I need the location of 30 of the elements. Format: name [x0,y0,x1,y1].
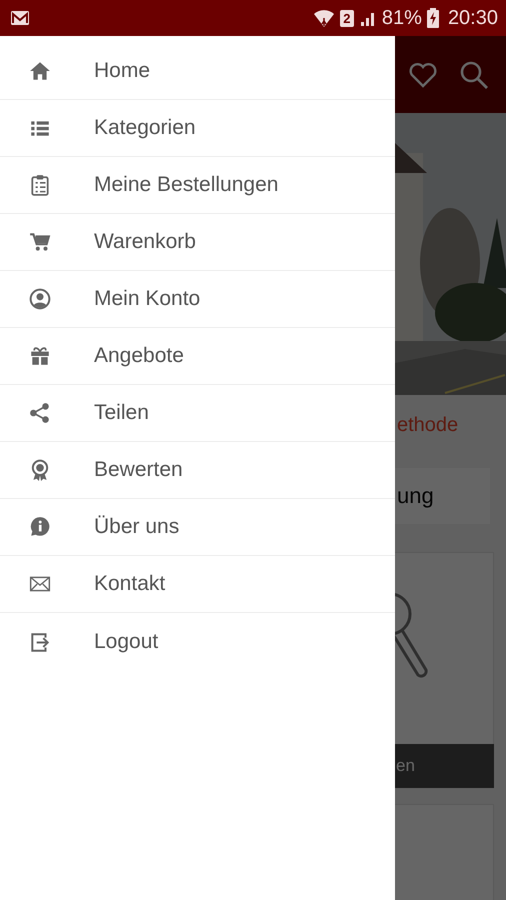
menu-item[interactable]: Kategorien [0,100,395,157]
cart-icon [29,231,51,253]
menu-item[interactable]: Kontakt [0,556,395,613]
heart-icon[interactable] [409,62,437,88]
clipboard-icon [29,174,51,196]
menu-item[interactable]: Bewerten [0,442,395,499]
menu-item[interactable]: Logout [0,613,395,670]
menu-item[interactable]: Über uns [0,499,395,556]
card-title: ung [397,483,434,509]
section-label: ethode [397,413,460,438]
award-icon [29,459,51,481]
gift-icon [29,345,51,367]
home-icon [29,60,51,82]
search-icon[interactable] [459,60,489,90]
info-bubble-icon [29,516,51,538]
menu-item[interactable]: Meine Bestellungen [0,157,395,214]
menu-item[interactable]: Home [0,43,395,100]
battery-percent: 81% [382,6,422,30]
sim-badge: 2 [340,10,354,26]
user-circle-icon [29,288,51,310]
menu-item[interactable]: Teilen [0,385,395,442]
share-icon [29,402,51,424]
menu-item[interactable]: Angebote [0,328,395,385]
battery-charging-icon [426,8,439,28]
logout-icon [29,630,51,652]
menu-item[interactable]: Mein Konto [0,271,395,328]
wifi-icon [312,8,335,28]
menu-item[interactable]: Warenkorb [0,214,395,271]
clock: 20:30 [448,6,498,30]
mail-icon [10,10,30,26]
